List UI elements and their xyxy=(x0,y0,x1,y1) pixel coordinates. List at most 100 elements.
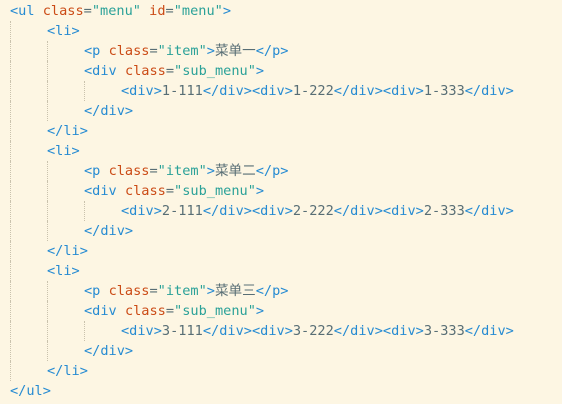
indent-guide xyxy=(10,61,11,81)
code-text: <ul class="menu" id="menu"> xyxy=(4,3,231,19)
html-tag-token: <p xyxy=(84,163,101,179)
code-line[interactable]: <p class="item">菜单二</p> xyxy=(0,161,562,181)
indent-guide xyxy=(47,161,48,181)
text-token: = xyxy=(165,183,175,199)
text-token: 2-333 xyxy=(423,203,465,219)
attribute-name-token: class xyxy=(124,303,166,319)
indent-guide xyxy=(47,301,48,321)
html-tag-token: > xyxy=(222,3,232,19)
text-token: 2-222 xyxy=(292,203,334,219)
html-tag-token: </div> xyxy=(464,323,514,339)
indent-guide xyxy=(10,301,11,321)
text-token: 3-222 xyxy=(292,323,334,339)
attribute-name-token: class xyxy=(124,63,166,79)
indent-guide xyxy=(47,321,48,341)
text-token: 3-111 xyxy=(161,323,203,339)
code-line[interactable]: <div class="sub_menu"> xyxy=(0,301,562,321)
html-tag-token: </div> xyxy=(202,203,252,219)
code-text: <p class="item">菜单一</p> xyxy=(78,43,289,59)
text-token: = xyxy=(165,63,175,79)
html-tag-token: <div> xyxy=(382,323,424,339)
html-tag-token: </div> xyxy=(333,323,383,339)
text-token: 1-222 xyxy=(292,83,334,99)
code-line[interactable]: <p class="item">菜单一</p> xyxy=(0,41,562,61)
code-line[interactable]: </li> xyxy=(0,361,562,381)
attribute-value-token: "item" xyxy=(157,163,207,179)
html-tag-token: > xyxy=(255,303,265,319)
html-tag-token: <div xyxy=(84,303,117,319)
code-line[interactable]: </li> xyxy=(0,241,562,261)
indent-guide xyxy=(10,361,11,381)
code-line[interactable]: <div>1-111</div><div>1-222</div><div>1-3… xyxy=(0,81,562,101)
html-tag-token: </li> xyxy=(47,363,88,379)
code-line[interactable]: <p class="item">菜单三</p> xyxy=(0,281,562,301)
html-tag-token: <div> xyxy=(251,83,293,99)
text-token: = xyxy=(165,3,174,19)
html-tag-token: <div> xyxy=(382,203,424,219)
html-tag-token: </p> xyxy=(255,43,289,59)
html-tag-token: </div> xyxy=(464,203,514,219)
html-tag-token: </div> xyxy=(84,103,134,119)
indent-guide xyxy=(10,261,11,281)
indent-guide xyxy=(10,341,11,361)
code-text: <li> xyxy=(41,263,80,279)
attribute-value-token: "item" xyxy=(157,283,207,299)
code-line[interactable]: <li> xyxy=(0,141,562,161)
code-text: <p class="item">菜单二</p> xyxy=(78,163,289,179)
code-text: </ul> xyxy=(4,383,51,399)
text-token: 菜单一 xyxy=(214,43,256,59)
attribute-name-token: class xyxy=(42,3,84,19)
code-line[interactable]: <div class="sub_menu"> xyxy=(0,61,562,81)
code-text: </div> xyxy=(78,223,133,239)
code-line[interactable]: </div> xyxy=(0,221,562,241)
indent-guide xyxy=(47,281,48,301)
attribute-value-token: "menu" xyxy=(173,3,223,19)
text-token: 1-333 xyxy=(423,83,465,99)
text-token: 菜单三 xyxy=(214,283,256,299)
text-token: = xyxy=(165,303,175,319)
html-tag-token: <li> xyxy=(47,23,80,39)
indent-guide xyxy=(10,161,11,181)
html-tag-token: <div xyxy=(84,63,117,79)
html-tag-token: </div> xyxy=(202,83,252,99)
html-tag-token: <div> xyxy=(121,83,162,99)
html-tag-token: <div xyxy=(84,183,117,199)
code-line[interactable]: <li> xyxy=(0,21,562,41)
html-tag-token: </div> xyxy=(333,83,383,99)
code-line[interactable]: </div> xyxy=(0,101,562,121)
indent-guide xyxy=(10,41,11,61)
code-text: <p class="item">菜单三</p> xyxy=(78,283,289,299)
code-line[interactable]: <ul class="menu" id="menu"> xyxy=(0,1,562,21)
code-line[interactable]: <div>2-111</div><div>2-222</div><div>2-3… xyxy=(0,201,562,221)
html-tag-token: </div> xyxy=(464,83,514,99)
code-editor[interactable]: <ul class="menu" id="menu"> <li> <p class=… xyxy=(0,0,562,404)
code-line[interactable]: <div class="sub_menu"> xyxy=(0,181,562,201)
attribute-name-token: class xyxy=(124,183,166,199)
html-tag-token: <p xyxy=(84,283,101,299)
indent-guide xyxy=(47,101,48,121)
html-tag-token: <div> xyxy=(251,323,293,339)
code-text: </li> xyxy=(41,363,88,379)
code-text: </li> xyxy=(41,243,88,259)
text-token: = xyxy=(149,43,158,59)
code-text: </div> xyxy=(78,343,133,359)
code-line[interactable]: <div>3-111</div><div>3-222</div><div>3-3… xyxy=(0,321,562,341)
html-tag-token: <li> xyxy=(47,263,80,279)
code-line[interactable]: </li> xyxy=(0,121,562,141)
html-tag-token: <div> xyxy=(382,83,424,99)
text-token: = xyxy=(149,283,158,299)
html-tag-token: </div> xyxy=(202,323,252,339)
indent-guide xyxy=(10,81,11,101)
html-tag-token: <ul xyxy=(10,3,35,19)
code-line[interactable]: <li> xyxy=(0,261,562,281)
indent-guide xyxy=(84,321,85,341)
code-text: <div class="sub_menu"> xyxy=(78,183,264,199)
code-line[interactable]: </div> xyxy=(0,341,562,361)
code-line[interactable]: </ul> xyxy=(0,381,562,401)
indent-guide xyxy=(10,101,11,121)
